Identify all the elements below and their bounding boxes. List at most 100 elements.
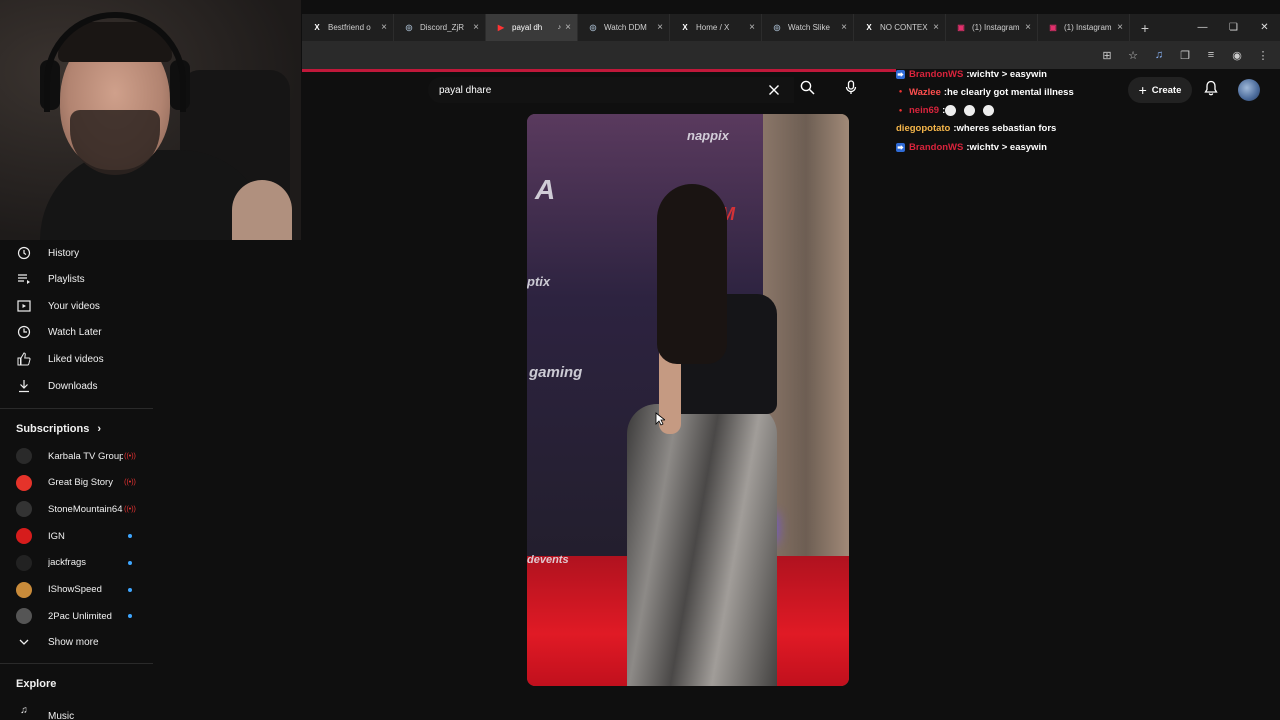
sidebar-item-playlists[interactable]: Playlists (0, 266, 153, 292)
playlists-icon (16, 271, 32, 287)
chat-username: nein69 (909, 105, 940, 117)
subscription-label: IShowSpeed (48, 584, 102, 595)
new-content-dot (128, 587, 132, 592)
explore-title: Explore (16, 678, 57, 690)
music-icon: ♫ (20, 704, 28, 716)
browser-tab-label: NO CONTEX (880, 23, 928, 32)
sidebar-item-label: Liked videos (48, 353, 104, 365)
reading-list-icon[interactable]: ≡ (1202, 46, 1220, 64)
youtube-icon: ▶ (497, 23, 505, 32)
sidebar-item-label: Your videos (48, 300, 100, 312)
sidebar-item-liked-videos[interactable]: Liked videos (0, 346, 153, 372)
bookmark-star-icon[interactable]: ☆ (1124, 46, 1142, 64)
channel-avatar (16, 528, 32, 545)
x-logo-icon: X (866, 23, 872, 32)
create-button[interactable]: + Create (1128, 77, 1192, 103)
sidebar-item-downloads[interactable]: Downloads (0, 373, 153, 399)
microphone-icon (845, 80, 857, 100)
search-button[interactable] (794, 77, 820, 103)
browser-tab[interactable]: ◎ Watch DDM × (578, 14, 670, 41)
channel-avatar (16, 608, 32, 625)
channel-avatar (16, 501, 32, 518)
browser-tab[interactable]: ▣ (1) Instagram × (946, 14, 1038, 41)
download-icon (16, 378, 32, 394)
channel-avatar (16, 474, 32, 491)
x-logo-icon: X (314, 23, 320, 32)
extensions-icon[interactable]: ❐ (1176, 46, 1194, 64)
subscriptions-header[interactable]: Subscriptions › (16, 423, 101, 435)
browser-tab-label: Discord_ZjR (420, 23, 465, 32)
new-tab-button[interactable]: + (1130, 14, 1160, 41)
subscription-item[interactable]: Great Big Story ((•)) (0, 470, 153, 496)
browser-tab[interactable]: ▶ payal dh ♪ × (486, 14, 578, 41)
audio-playing-icon[interactable]: ♪ (558, 24, 562, 31)
subscription-item[interactable]: IShowSpeed (0, 577, 153, 603)
chat-badge-icon: ● (898, 107, 903, 114)
notifications-button[interactable] (1200, 79, 1222, 101)
browser-tab[interactable]: X Home / X × (670, 14, 762, 41)
close-window-icon[interactable]: ✕ (1249, 22, 1280, 33)
subscription-item[interactable]: IGN (0, 523, 153, 549)
browser-tab[interactable]: ◎ Discord_ZjR × (394, 14, 486, 41)
search-input[interactable] (439, 84, 759, 96)
backdrop-logo: gaming (529, 364, 583, 381)
account-avatar[interactable] (1238, 79, 1260, 101)
subscription-item[interactable]: 2Pac Unlimited (0, 603, 153, 629)
chat-username: BrandonWS (909, 68, 964, 80)
restore-icon[interactable]: ❏ (1218, 22, 1249, 33)
close-tab-icon[interactable]: × (473, 22, 479, 33)
show-more-button[interactable]: Show more (0, 629, 153, 655)
browser-tab[interactable]: ◎ Watch Slike × (762, 14, 854, 41)
voice-search-button[interactable] (838, 77, 864, 103)
chat-message: ⮕ BrandonWS: wichtv > easywin (896, 66, 1047, 82)
sidebar-item-history[interactable]: History (0, 240, 153, 266)
backdrop-logo: ptix (527, 274, 551, 289)
browser-tab[interactable]: X NO CONTEX × (854, 14, 946, 41)
close-tab-icon[interactable]: × (1025, 22, 1031, 33)
close-tab-icon[interactable]: × (933, 22, 939, 33)
extension-audio-icon[interactable]: ♫ (1150, 46, 1168, 64)
chat-emote-icon (983, 105, 995, 117)
chat-username: BrandonWS (909, 141, 964, 153)
explore-header: Explore (16, 678, 56, 690)
browser-tab[interactable]: X Bestfriend o × (302, 14, 394, 41)
mouse-cursor-icon (655, 412, 665, 426)
sidebar-item-music[interactable]: ♫ Music (0, 700, 153, 720)
new-content-dot (128, 560, 132, 565)
close-tab-icon[interactable]: × (381, 22, 387, 33)
chat-text: he clearly got mental illness (947, 86, 1074, 98)
browser-menu-icon[interactable]: ⋮ (1254, 46, 1272, 64)
install-app-icon[interactable]: ⊞ (1098, 46, 1116, 64)
close-tab-icon[interactable]: × (1117, 22, 1123, 33)
clear-search-icon[interactable] (766, 82, 782, 98)
subscription-item[interactable]: StoneMountain64 ((•)) (0, 496, 153, 522)
backdrop-logo: A (535, 174, 556, 205)
minimize-icon[interactable]: — (1187, 22, 1218, 33)
sidebar-item-watch-later[interactable]: Watch Later (0, 319, 153, 345)
profile-icon[interactable]: ◉ (1228, 46, 1246, 64)
sidebar-divider (0, 408, 153, 409)
browser-tab-label: payal dh (512, 23, 543, 32)
browser-tab[interactable]: ▣ (1) Instagram × (1038, 14, 1130, 41)
subscription-item[interactable]: Karbala TV Group ((•)) (0, 443, 153, 469)
sidebar-item-label: Playlists (48, 273, 85, 285)
backdrop-logo: devents (527, 554, 569, 566)
chat-message: ● Wazlee: he clearly got mental illness (896, 84, 1074, 100)
sidebar-item-your-videos[interactable]: Your videos (0, 293, 153, 319)
chat-badge-icon: ⮕ (896, 142, 905, 152)
close-tab-icon[interactable]: × (565, 22, 571, 33)
history-icon (16, 245, 32, 261)
live-indicator-icon: ((•)) (124, 479, 136, 487)
instagram-icon: ▣ (1049, 23, 1057, 32)
chat-message: ● nein69: (896, 103, 1002, 119)
chat-username: diegopotato (896, 123, 951, 135)
close-tab-icon[interactable]: × (841, 22, 847, 33)
close-tab-icon[interactable]: × (657, 22, 663, 33)
screen: X Bestfriend o × ◎ Discord_ZjR × ▶ payal dh ♪ × ◎ W… (0, 0, 1280, 720)
window-controls: — ❏ ✕ (1187, 14, 1280, 41)
close-tab-icon[interactable]: × (749, 22, 755, 33)
video-player[interactable]: nappix A HM ptix gaming devents (527, 114, 849, 686)
subscription-item[interactable]: jackfrags (0, 550, 153, 576)
sidebar: History Playlists Your videos Watch Late… (0, 240, 153, 720)
chat-text: wheres sebastian fors (956, 123, 1057, 135)
